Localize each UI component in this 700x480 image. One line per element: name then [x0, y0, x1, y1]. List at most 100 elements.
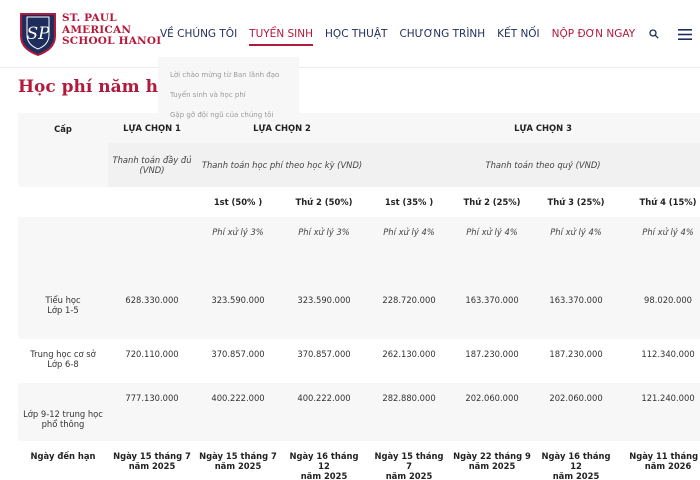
deadline-date: Ngày 15 tháng 7 năm 2025: [368, 441, 451, 480]
fee-value: 370.857.000: [280, 339, 369, 383]
deadline-day: Ngày 15 tháng 7: [374, 451, 444, 471]
fee-value: 628.330.000: [108, 285, 196, 339]
fee-value: 98.020.000: [618, 285, 700, 339]
fee-value: 262.130.000: [368, 339, 451, 383]
level-label: Lớp 9-12 trung học phổ thông: [18, 383, 108, 441]
logo-monogram: SP: [26, 24, 50, 44]
deadline-day: Ngày 22 tháng 9: [453, 451, 531, 461]
fee-value: 323.590.000: [280, 285, 369, 339]
tuition-table-container: Cấp LỰA CHỌN 1 LỰA CHỌN 2 LỰA CHỌN 3 Tha…: [18, 113, 700, 480]
deadline-year: năm 2026: [644, 461, 692, 471]
deadline-date: Ngày 16 tháng 12 năm 2025: [534, 441, 619, 480]
deadline-date: Ngày 16 tháng 12 năm 2025: [280, 441, 369, 480]
level-grades: phổ thông: [41, 419, 85, 429]
deadline-day: Ngày 11 tháng 3: [629, 451, 700, 461]
nav-apply-now[interactable]: NỘP ĐƠN NGAY: [546, 0, 641, 68]
deadline-day: Ngày 15 tháng 7: [199, 451, 277, 461]
nav-programs[interactable]: CHƯƠNG TRÌNH: [393, 0, 491, 68]
deadline-date: Ngày 15 tháng 7 năm 2025: [196, 441, 280, 480]
site-header: SP ST. PAUL AMERICAN SCHOOL HANOI VỀ CHÚ…: [0, 0, 700, 68]
table-cell-empty: [108, 187, 196, 217]
installment-header: Thứ 2 (25%): [450, 187, 535, 217]
dropdown-item-admissions-tuition[interactable]: Tuyển sinh và học phí: [170, 85, 287, 105]
deadline-year: năm 2025: [552, 471, 600, 480]
deadline-date: Ngày 15 tháng 7 năm 2025: [108, 441, 196, 480]
deadline-date: Ngày 22 tháng 9 năm 2025: [450, 441, 535, 480]
processing-fee: Phí xử lý 3%: [196, 217, 280, 247]
table-cell-empty: [18, 217, 108, 247]
deadline-year: năm 2025: [128, 461, 176, 471]
deadline-year: năm 2025: [468, 461, 516, 471]
deadline-year: năm 2025: [214, 461, 262, 471]
nav-academics[interactable]: HỌC THUẬT: [319, 0, 393, 68]
deadline-label: Ngày đến hạn: [18, 441, 108, 480]
option-description-row: Thanh toán đầy đủ (VND) Thanh toán học p…: [18, 143, 700, 187]
level-name: Tiểu học: [45, 295, 81, 305]
dropdown-item-meet-team[interactable]: Gặp gỡ đội ngũ của chúng tôi: [170, 105, 287, 125]
admissions-dropdown-menu: Lời chào mừng từ Ban lãnh đạo Tuyển sinh…: [158, 57, 299, 121]
logo-line-3: SCHOOL HANOI: [62, 35, 162, 47]
processing-fee: Phí xử lý 4%: [534, 217, 619, 247]
tuition-table: Cấp LỰA CHỌN 1 LỰA CHỌN 2 LỰA CHỌN 3 Tha…: [18, 113, 700, 480]
dropdown-item-welcome[interactable]: Lời chào mừng từ Ban lãnh đạo: [170, 65, 287, 85]
installment-header: Thứ 3 (25%): [534, 187, 619, 217]
fee-value: 163.370.000: [534, 285, 619, 339]
table-row-deadline: Ngày đến hạn Ngày 15 tháng 7 năm 2025 Ng…: [18, 441, 700, 480]
fee-value: 720.110.000: [108, 339, 196, 383]
level-label: Trung học cơ sở Lớp 6-8: [18, 339, 108, 383]
table-cell-empty: [18, 187, 108, 217]
level-grades: Lớp 1-5: [47, 305, 79, 315]
option-3-description: Thanh toán theo quý (VND): [368, 143, 700, 187]
level-grades: Lớp 6-8: [47, 359, 79, 369]
fee-value: 282.880.000: [368, 383, 451, 441]
fee-value: 163.370.000: [450, 285, 535, 339]
installment-header: Thứ 2 (50%): [280, 187, 369, 217]
table-spacer-row: [18, 247, 700, 285]
option-2-description: Thanh toán học phí theo học kỳ (VND): [196, 143, 369, 187]
option-3-header: LỰA CHỌN 3: [368, 113, 700, 143]
fee-value: 112.340.000: [618, 339, 700, 383]
fee-value: 121.240.000: [618, 383, 700, 441]
level-label: Tiểu học Lớp 1-5: [18, 285, 108, 339]
fee-value: 187.230.000: [450, 339, 535, 383]
search-icon[interactable]: [641, 0, 667, 68]
fee-value: 370.857.000: [196, 339, 280, 383]
logo-wordmark: ST. PAUL AMERICAN SCHOOL HANOI: [62, 12, 162, 48]
deadline-year: năm 2025: [385, 471, 433, 480]
processing-fee: Phí xử lý 3%: [280, 217, 369, 247]
fee-value: 400.222.000: [196, 383, 280, 441]
fee-value: 777.130.000: [108, 383, 196, 441]
school-logo[interactable]: SP ST. PAUL AMERICAN SCHOOL HANOI: [18, 12, 168, 56]
fee-value: 323.590.000: [196, 285, 280, 339]
fee-value: 400.222.000: [280, 383, 369, 441]
fee-value: 202.060.000: [450, 383, 535, 441]
table-row-middle-school: Trung học cơ sở Lớp 6-8 720.110.000 370.…: [18, 339, 700, 383]
fee-value: 187.230.000: [534, 339, 619, 383]
level-name: Lớp 9-12 trung học: [23, 409, 103, 419]
deadline-day: Ngày 16 tháng 12: [541, 451, 611, 471]
installment-header: 1st (35% ): [368, 187, 451, 217]
deadline-day: Ngày 16 tháng 12: [289, 451, 359, 471]
deadline-year: năm 2025: [300, 471, 348, 480]
hamburger-menu-icon[interactable]: [667, 0, 700, 68]
fee-value: 202.060.000: [534, 383, 619, 441]
table-cell-empty: [18, 247, 700, 285]
processing-fee: Phí xử lý 4%: [618, 217, 700, 247]
nav-connect[interactable]: KẾT NỐI: [491, 0, 546, 68]
processing-fee-row: Phí xử lý 3% Phí xử lý 3% Phí xử lý 4% P…: [18, 217, 700, 247]
deadline-day: Ngày 15 tháng 7: [113, 451, 191, 461]
option-1-description: Thanh toán đầy đủ (VND): [108, 143, 196, 187]
processing-fee: Phí xử lý 4%: [368, 217, 451, 247]
deadline-date: Ngày 11 tháng 3 năm 2026: [618, 441, 700, 480]
level-column-header: Cấp: [18, 113, 108, 187]
fee-value: 228.720.000: [368, 285, 451, 339]
level-name: Trung học cơ sở: [30, 349, 96, 359]
table-row-elementary: Tiểu học Lớp 1-5 628.330.000 323.590.000…: [18, 285, 700, 339]
table-header-row: Cấp LỰA CHỌN 1 LỰA CHỌN 2 LỰA CHỌN 3: [18, 113, 700, 187]
table-row-high-school: Lớp 9-12 trung học phổ thông 777.130.000…: [18, 383, 700, 441]
shield-logo-icon: SP: [20, 13, 56, 56]
installment-header: 1st (50% ): [196, 187, 280, 217]
processing-fee: Phí xử lý 4%: [450, 217, 535, 247]
installment-row: 1st (50% ) Thứ 2 (50%) 1st (35% ) Thứ 2 …: [18, 187, 700, 217]
table-cell-empty: [108, 217, 196, 247]
